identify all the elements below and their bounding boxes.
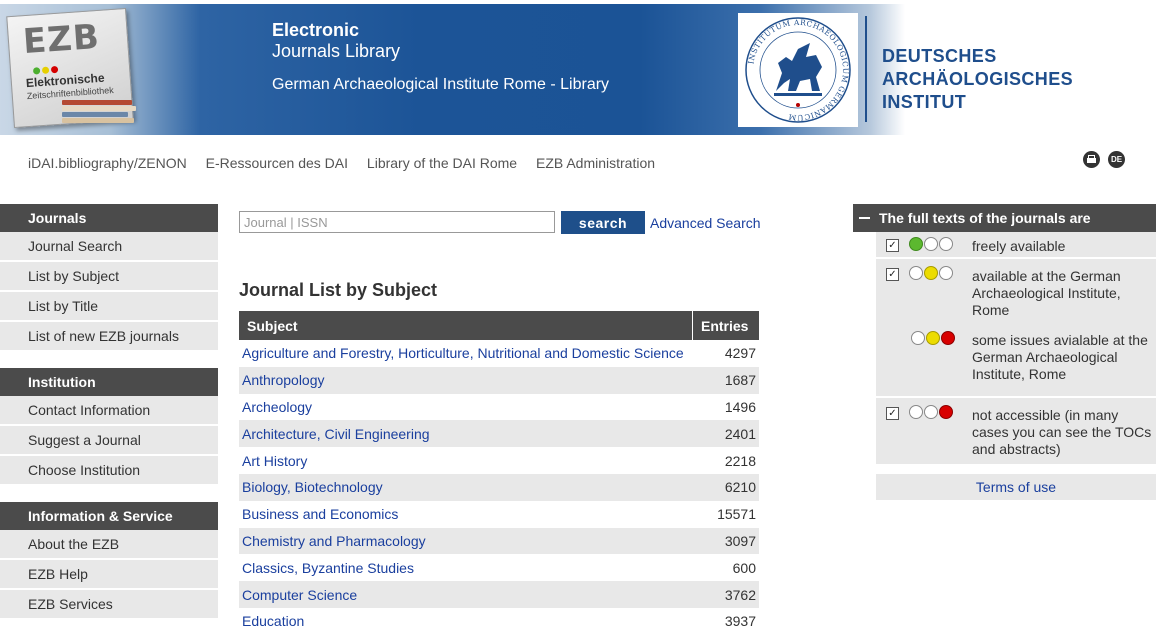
subject-link[interactable]: Computer Science [242,587,357,603]
sidebar-item-ezb-services[interactable]: EZB Services [0,590,218,620]
traffic-light-yellow-red-icon [911,331,956,348]
legend-row-licensed: ✓ available at the German Archaeological… [876,259,1156,327]
legend-row-partial: some issues avialable at the German Arch… [876,327,1156,398]
table-row: Art History 2218 [239,447,759,474]
subject-link[interactable]: Art History [242,453,307,469]
entry-count: 6210 [692,473,759,501]
sidebar-item-list-by-subject[interactable]: List by Subject [0,262,218,292]
entry-count: 600 [732,559,756,576]
column-header-subject: Subject [239,311,693,340]
printer-icon [1087,155,1096,163]
availability-legend: The full texts of the journals are ✓ fre… [853,204,1156,500]
legend-row-free: ✓ freely available [876,232,1156,259]
site-header: EZB Elektronische Zeitschriftenbibliothe… [0,4,1160,135]
print-icon[interactable] [1083,151,1100,168]
subject-link[interactable]: Chemistry and Pharmacology [242,533,426,549]
nav-link-library-rome[interactable]: Library of the DAI Rome [367,155,517,171]
subject-link[interactable]: Classics, Byzantine Studies [242,560,414,576]
dai-name-line2: ARCHÄOLOGISCHES INSTITUT [882,69,1074,112]
table-row: Archeology 1496 [239,394,759,421]
entry-count: 1496 [724,398,756,415]
table-row: Agriculture and Forestry, Horticulture, … [239,340,759,367]
sidebar-item-new-journals[interactable]: List of new EZB journals [0,322,218,352]
sidebar-item-list-by-title[interactable]: List by Title [0,292,218,322]
dai-seal: INSTITUTUM ARCHAEOLOGICUM GERMANICUM [738,13,858,127]
dai-name-line1: DEUTSCHES [882,46,997,66]
top-nav: iDAI.bibliography/ZENON E-Ressourcen des… [28,155,670,171]
subject-link[interactable]: Agriculture and Forestry, Horticulture, … [242,345,684,361]
ezb-logo-letters: EZB [21,16,102,63]
nav-link-e-ressourcen[interactable]: E-Ressourcen des DAI [206,155,348,171]
table-header-row: Subject Entries [239,311,759,340]
sidebar-item-suggest-journal[interactable]: Suggest a Journal [0,426,218,456]
left-sidebar: Journals Journal Search List by Subject … [0,204,218,620]
subject-table: Subject Entries Agriculture and Forestry… [239,311,759,635]
checkbox-not-accessible[interactable]: ✓ [886,407,899,420]
legend-heading[interactable]: The full texts of the journals are [853,204,1156,232]
subject-link[interactable]: Business and Economics [242,506,398,522]
sidebar-heading-information: Information & Service [0,502,218,530]
table-row: Architecture, Civil Engineering 2401 [239,420,759,448]
collapse-icon[interactable] [859,217,870,219]
checkbox-free[interactable]: ✓ [886,239,899,252]
nav-link-zenon[interactable]: iDAI.bibliography/ZENON [28,155,187,171]
language-switch-button[interactable]: DE [1108,151,1125,168]
site-title-line1: Electronic [272,20,360,40]
institution-name: German Archaeological Institute Rome - L… [272,76,610,93]
nav-link-ezb-administration[interactable]: EZB Administration [536,155,655,171]
subject-link[interactable]: Education [242,613,304,629]
subject-link[interactable]: Archeology [242,399,312,415]
checkbox-licensed[interactable]: ✓ [886,268,899,281]
search-button[interactable]: search [561,211,645,234]
terms-of-use-link[interactable]: Terms of use [976,479,1056,495]
subject-link[interactable]: Anthropology [242,372,325,388]
entry-count: 1687 [692,366,759,394]
table-row: Classics, Byzantine Studies 600 [239,554,759,581]
table-row: Chemistry and Pharmacology 3097 [239,527,759,555]
legend-body: ✓ freely available ✓ available at the Ge… [876,232,1156,464]
site-title-line2: Journals Library [272,41,401,61]
entry-count: 2401 [692,420,759,448]
table-row: Anthropology 1687 [239,366,759,394]
terms-of-use: Terms of use [876,474,1156,500]
sidebar-item-choose-institution[interactable]: Choose Institution [0,456,218,486]
dai-divider [865,16,867,122]
books-icon [62,100,140,130]
entry-count: 3762 [692,581,759,608]
griffin-seal-icon: INSTITUTUM ARCHAEOLOGICUM GERMANICUM [745,17,851,123]
journal-search-input[interactable] [239,211,555,233]
traffic-light-yellow-icon [909,266,954,283]
column-header-entries: Entries [692,311,759,340]
entry-count: 4297 [724,345,756,362]
legend-heading-text: The full texts of the journals are [879,210,1091,226]
sidebar-item-contact[interactable]: Contact Information [0,396,218,426]
page-title: Journal List by Subject [239,280,438,300]
table-row: Computer Science 3762 [239,581,759,608]
entry-count: 3937 [724,613,756,630]
entry-count: 2218 [724,452,756,469]
subject-link[interactable]: Biology, Biotechnology [242,479,383,495]
sidebar-item-journal-search[interactable]: Journal Search [0,232,218,262]
sidebar-item-about-ezb[interactable]: About the EZB [0,530,218,560]
advanced-search-link[interactable]: Advanced Search [650,215,761,231]
subject-link[interactable]: Architecture, Civil Engineering [242,426,430,442]
sidebar-heading-journals: Journals [0,204,218,232]
sidebar-heading-institution: Institution [0,368,218,396]
legend-row-not-accessible: ✓ not accessible (in many cases you can … [876,398,1156,464]
table-row: Education 3937 [239,608,759,635]
traffic-light-red-icon [909,405,954,422]
entry-count: 15571 [717,506,756,523]
traffic-light-green-icon [909,237,954,254]
dai-name: DEUTSCHES ARCHÄOLOGISCHES INSTITUT [882,45,1160,114]
sidebar-item-ezb-help[interactable]: EZB Help [0,560,218,590]
table-row: Biology, Biotechnology 6210 [239,473,759,501]
table-row: Business and Economics 15571 [239,501,759,528]
entry-count: 3097 [692,527,759,555]
